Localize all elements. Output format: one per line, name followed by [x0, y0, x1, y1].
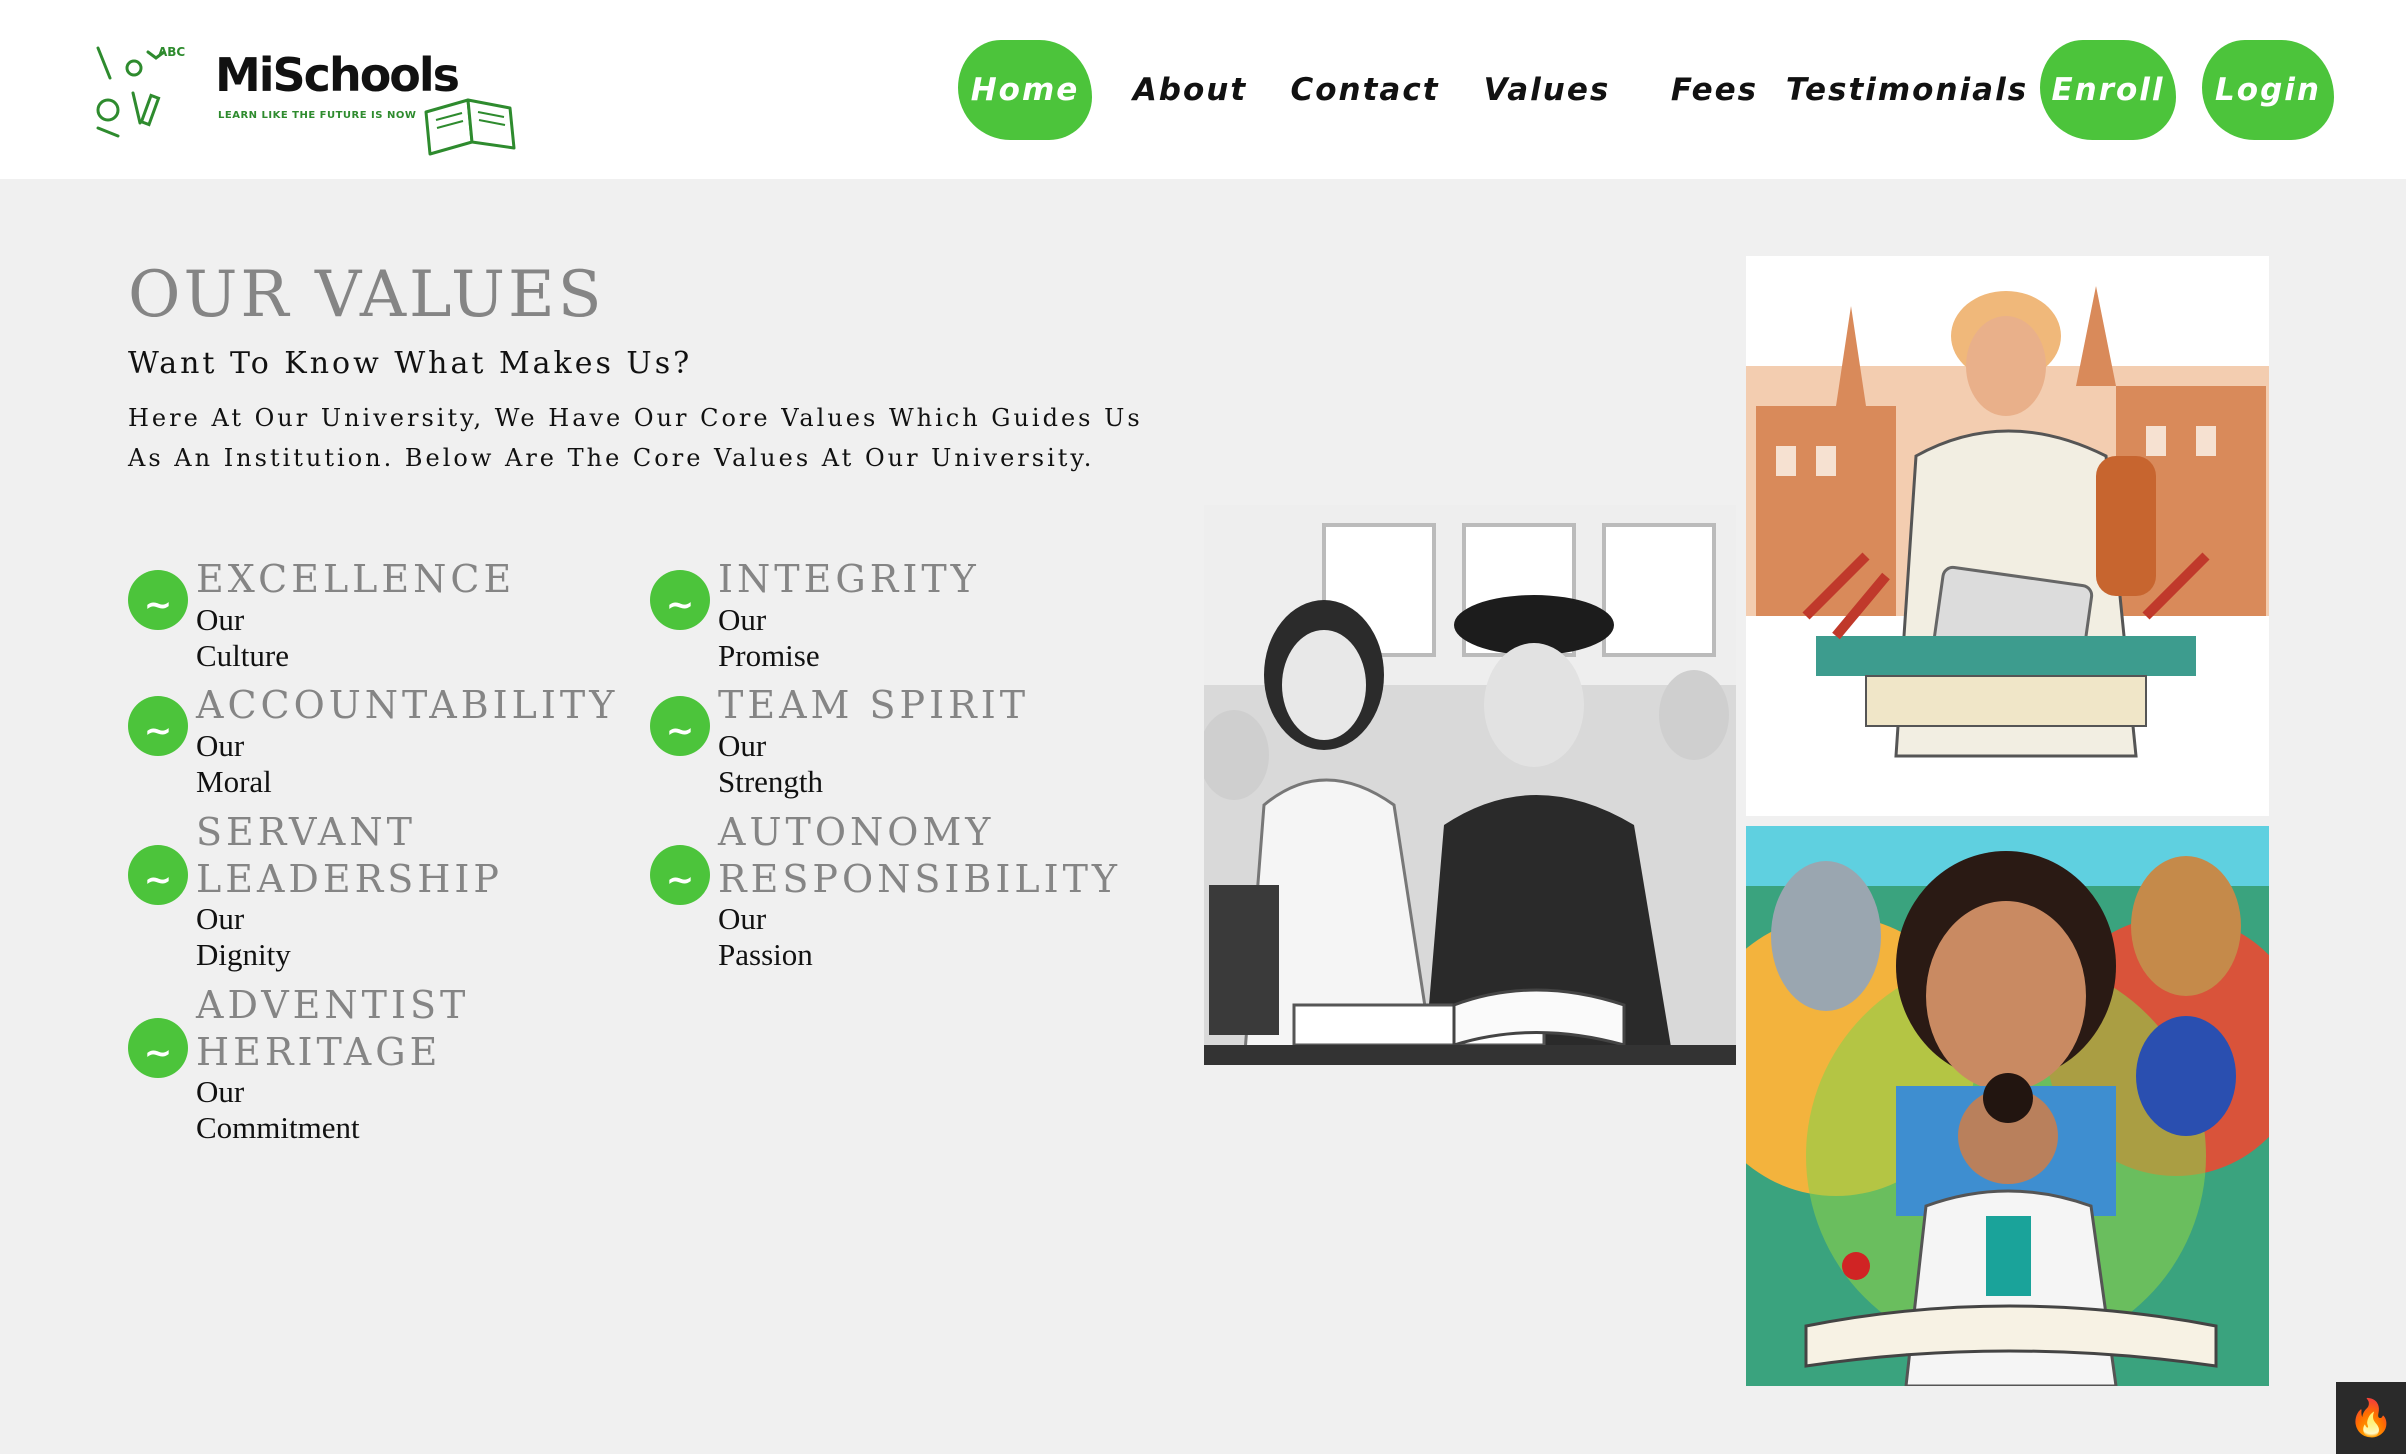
section-intro: Here At Our University, We Have Our Core… — [128, 404, 1143, 472]
brand-logo[interactable]: ABC MiSchools LEARN LIKE THE FUTURE IS N… — [88, 38, 548, 156]
brand-tagline: LEARN LIKE THE FUTURE IS NOW — [218, 110, 417, 121]
value-name: INTEGRITY — [718, 557, 980, 601]
value-name: EXCELLENCE — [196, 557, 516, 601]
value-subtitle: Our Commitment — [196, 1074, 360, 1145]
nav-contact[interactable]: Contact — [1290, 40, 1440, 140]
value-subtitle: Our Passion — [718, 901, 813, 972]
value-subtitle: Our Moral — [196, 728, 272, 799]
school-supplies-icon: ABC — [96, 45, 185, 138]
value-name: ADVENTIST HERITAGE — [196, 983, 470, 1074]
nav-enroll-button[interactable]: Enroll — [2040, 40, 2176, 140]
value-name: ACCOUNTABILITY — [196, 683, 619, 727]
site-header: ABC MiSchools LEARN LIKE THE FUTURE IS N… — [0, 0, 2406, 179]
value-name: AUTONOMY RESPONSIBILITY — [718, 810, 1122, 901]
students-bw-illustration — [1204, 505, 1736, 1065]
wave-icon: ~ — [128, 1018, 188, 1078]
nav-home[interactable]: Home — [958, 40, 1092, 140]
wave-icon: ~ — [128, 570, 188, 630]
value-subtitle: Our Promise — [718, 602, 820, 673]
svg-text:ABC: ABC — [158, 45, 185, 59]
wave-icon: ~ — [650, 696, 710, 756]
nav-login-button[interactable]: Login — [2202, 40, 2334, 140]
open-book-icon — [424, 98, 516, 156]
section-subtitle: Want To Know What Makes Us? — [128, 346, 693, 381]
value-subtitle: Our Strength — [718, 728, 824, 799]
value-subtitle: Our Dignity — [196, 901, 291, 972]
student-with-laptop-illustration — [1746, 256, 2269, 816]
nav-testimonials[interactable]: Testimonials — [1786, 40, 2026, 140]
value-subtitle: Our Culture — [196, 602, 289, 673]
section-title: OUR VALUES — [128, 258, 605, 332]
wave-icon: ~ — [650, 845, 710, 905]
nav-about[interactable]: About — [1125, 40, 1255, 140]
value-name: SERVANT LEADERSHIP — [196, 810, 503, 901]
student-mural-illustration — [1746, 826, 2269, 1386]
flame-icon[interactable]: 🔥 — [2336, 1382, 2406, 1454]
nav-fees[interactable]: Fees — [1652, 40, 1777, 140]
value-name: TEAM SPIRIT — [718, 683, 1030, 727]
wave-icon: ~ — [128, 845, 188, 905]
wave-icon: ~ — [650, 570, 710, 630]
wave-icon: ~ — [128, 696, 188, 756]
nav-values[interactable]: Values — [1477, 40, 1617, 140]
